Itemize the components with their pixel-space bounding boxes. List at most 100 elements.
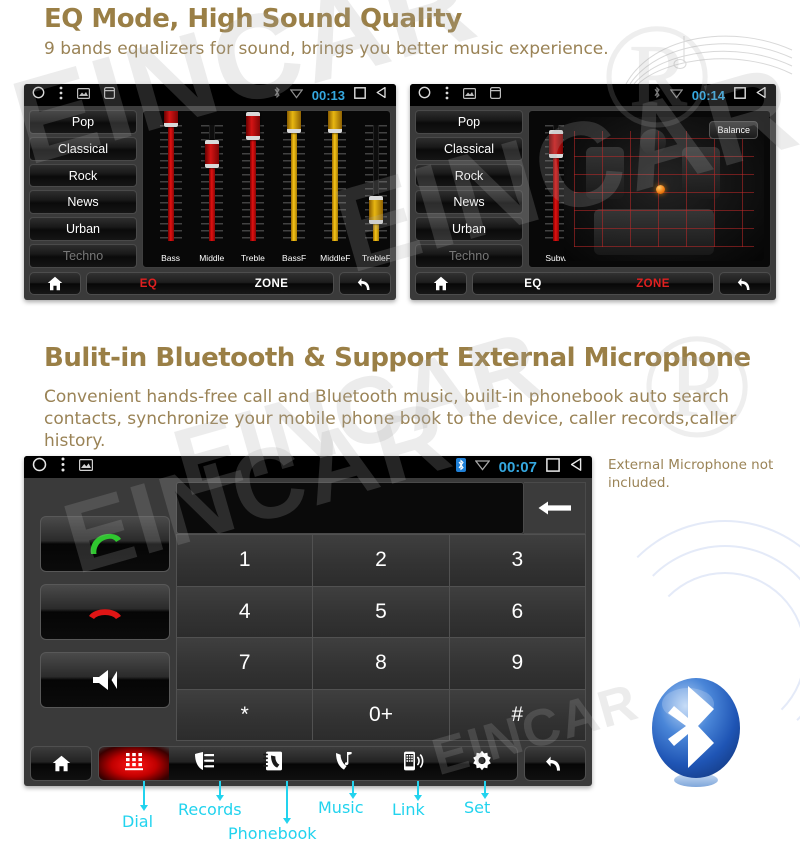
recent-apps-icon[interactable] [490, 86, 502, 104]
home-circle-icon[interactable] [32, 86, 45, 104]
mic-note-text: External Microphone not included. [608, 457, 774, 492]
square-icon[interactable] [354, 86, 366, 104]
dial-keypad[interactable]: 1 2 3 4 5 6 7 8 9 * 0+ # [176, 534, 586, 741]
phone-tab-records[interactable] [169, 747, 239, 780]
phone-tab-music[interactable] [308, 747, 378, 780]
zone-fader-stage[interactable]: SubwLoud Balance [528, 110, 771, 268]
eq-preset-rock[interactable]: Rock [29, 163, 137, 188]
zone-tab-zone[interactable]: ZONE [593, 278, 713, 290]
balance-car-diagram[interactable]: Balance [564, 117, 764, 261]
fader-knob[interactable] [369, 195, 384, 224]
zone-preset-pop[interactable]: Pop [415, 110, 523, 134]
fader-knob[interactable] [328, 111, 343, 134]
zone-preset-techno[interactable]: Techno [415, 244, 523, 268]
back-triangle-icon[interactable] [569, 457, 584, 477]
screenshot-icon[interactable] [463, 86, 477, 104]
home-circle-icon[interactable] [418, 86, 431, 104]
zone-statusbar: 00:14 [410, 84, 776, 106]
fader-label: Treble [241, 253, 265, 263]
zone-screen-device: 00:14 Pop Classical Rock News Urban Techno Su… [410, 84, 776, 300]
overflow-menu-icon[interactable] [59, 86, 63, 105]
keypad-key-4[interactable]: 4 [177, 586, 313, 637]
home-icon [47, 276, 63, 291]
zone-preset-urban[interactable]: Urban [415, 217, 523, 242]
eq-tab-zone[interactable]: ZONE [210, 278, 333, 290]
overflow-menu-icon[interactable] [445, 86, 449, 105]
phone-tab-dial[interactable] [99, 747, 169, 780]
mute-speaker-button[interactable] [40, 651, 170, 708]
phone-tab-set[interactable] [447, 747, 517, 780]
keypad-key-1[interactable]: 1 [177, 535, 313, 586]
eq-fader-middle[interactable]: Middle [198, 111, 225, 267]
phone-tab-phonebook[interactable] [238, 747, 308, 780]
zone-preset-news[interactable]: News [415, 190, 523, 215]
eq-fader-stage[interactable]: Bass Middle Treble BassF MiddleF TrebleF [142, 110, 391, 268]
call-end-button[interactable] [40, 583, 170, 640]
phone-number-input[interactable] [176, 482, 524, 534]
eq-mode-tabs[interactable]: EQ ZONE [86, 272, 334, 295]
eq-fader-treblef[interactable]: TrebleF [362, 111, 390, 267]
phone-statusbar-clock: 00:07 [498, 458, 537, 476]
phone-function-tabs[interactable] [98, 746, 518, 781]
keypad-key-8[interactable]: 8 [313, 638, 449, 689]
page-title-eq: EQ Mode, High Sound Quality [44, 4, 462, 34]
fader-knob[interactable] [549, 130, 563, 159]
eq-preset-urban[interactable]: Urban [29, 217, 137, 242]
eq-preset-classical[interactable]: Classical [29, 136, 137, 161]
home-circle-icon[interactable] [32, 457, 47, 477]
fader-knob[interactable] [163, 111, 178, 128]
balance-position-dot[interactable] [656, 185, 665, 194]
backspace-button[interactable] [524, 482, 586, 534]
keypad-key-2[interactable]: 2 [313, 535, 449, 586]
home-button[interactable] [30, 746, 92, 781]
eq-preset-techno[interactable]: Techno [29, 244, 137, 268]
keypad-key-0plus[interactable]: 0+ [313, 689, 449, 740]
keypad-key-3[interactable]: 3 [449, 535, 585, 586]
back-button[interactable] [339, 272, 391, 295]
speaker-mute-icon [93, 669, 117, 690]
keypad-key-7[interactable]: 7 [177, 638, 313, 689]
back-button[interactable] [524, 746, 586, 781]
screenshot-icon[interactable] [77, 86, 91, 104]
eq-tab-eq[interactable]: EQ [87, 278, 210, 290]
eq-fader-middlef[interactable]: MiddleF [320, 111, 350, 267]
keypad-key-5[interactable]: 5 [313, 586, 449, 637]
fader-knob[interactable] [287, 111, 302, 134]
overflow-menu-icon[interactable] [61, 457, 65, 477]
back-triangle-icon[interactable] [755, 86, 768, 104]
eq-fader-bass[interactable]: Bass [157, 111, 184, 267]
eq-fader-bassf[interactable]: BassF [281, 111, 308, 267]
back-triangle-icon[interactable] [375, 86, 388, 104]
call-answer-button[interactable] [40, 515, 170, 572]
phone-tab-link[interactable] [378, 747, 448, 780]
eq-preset-news[interactable]: News [29, 190, 137, 215]
eq-fader-group: Bass Middle Treble BassF MiddleF TrebleF [143, 111, 390, 267]
preset-label: Techno [62, 249, 104, 264]
back-button[interactable] [719, 272, 771, 295]
square-icon[interactable] [546, 457, 560, 477]
phone-link-icon [401, 750, 425, 777]
balance-button[interactable]: Balance [709, 121, 758, 139]
signal-icon [289, 86, 304, 104]
home-button[interactable] [29, 272, 81, 295]
fader-knob[interactable] [245, 111, 260, 140]
signal-icon [669, 86, 684, 104]
phonebook-icon [262, 750, 284, 777]
zone-preset-rock[interactable]: Rock [415, 163, 523, 188]
square-icon[interactable] [734, 86, 746, 104]
zone-mode-tabs[interactable]: EQ ZONE [472, 272, 714, 295]
page-subtitle-eq: 9 bands equalizers for sound, brings you… [44, 39, 609, 59]
keypad-key-6[interactable]: 6 [449, 586, 585, 637]
keypad-key-9[interactable]: 9 [449, 638, 585, 689]
zone-preset-classical[interactable]: Classical [415, 136, 523, 161]
keypad-key-hash[interactable]: # [449, 689, 585, 740]
recent-apps-icon[interactable] [104, 86, 116, 104]
eq-fader-treble[interactable]: Treble [239, 111, 266, 267]
home-button[interactable] [415, 272, 467, 295]
keypad-key-star[interactable]: * [177, 689, 313, 740]
screenshot-icon[interactable] [79, 458, 94, 476]
eq-preset-pop[interactable]: Pop [29, 110, 137, 134]
zone-tab-eq[interactable]: EQ [473, 278, 593, 290]
eq-bottom-toolbar: EQ ZONE [29, 268, 391, 300]
fader-knob[interactable] [204, 139, 219, 168]
